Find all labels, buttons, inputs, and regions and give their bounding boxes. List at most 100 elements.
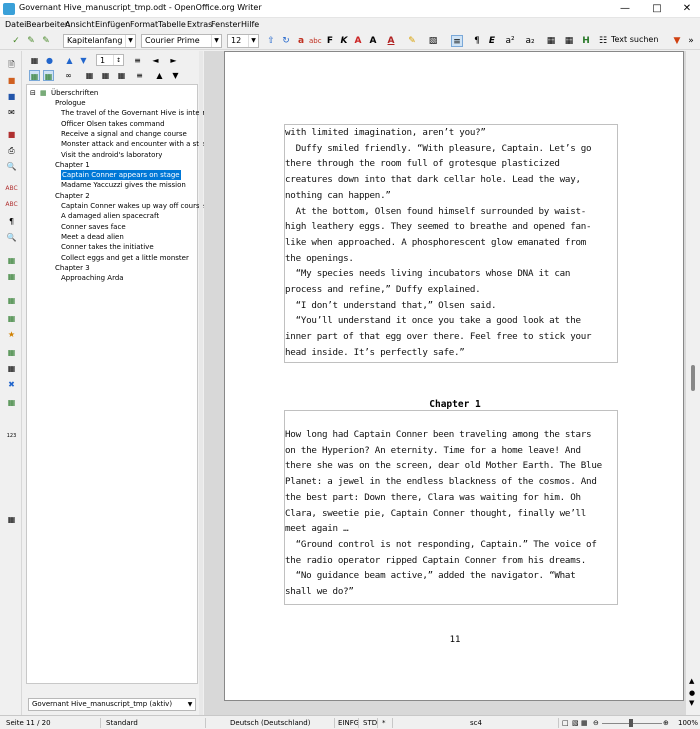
tree-heading-item[interactable]: Collect eggs and get a little monster	[61, 253, 189, 263]
panel-splitter[interactable]	[199, 51, 203, 715]
link-icon[interactable]: ∞	[63, 70, 74, 81]
chapter-up-icon[interactable]: ▲	[154, 70, 165, 81]
zoom-slider-thumb[interactable]	[629, 719, 633, 727]
subscript-icon[interactable]: a₂	[524, 35, 536, 47]
language[interactable]: Deutsch (Deutschland)	[230, 719, 310, 727]
heading-levels-icon[interactable]: ≡	[134, 70, 145, 81]
page-indicator[interactable]: Seite 11 / 20	[6, 719, 51, 727]
page-style[interactable]: Standard	[106, 719, 138, 727]
font-name-select[interactable]: Courier Prime ▼	[141, 34, 222, 48]
tree-heading-item[interactable]: The travel of the Governant Hive is inte…	[61, 108, 217, 118]
italic-icon[interactable]: K	[338, 35, 350, 47]
previous-page-icon[interactable]: ▲	[689, 677, 694, 685]
zoom-out-icon[interactable]: ⊖	[593, 719, 599, 727]
tree-chapter-item[interactable]: Chapter 3	[55, 263, 90, 273]
text-frame-1[interactable]: with limited imagination, aren’t you?” D…	[284, 124, 618, 363]
fontwork-icon[interactable]: ↻	[280, 35, 292, 47]
formatting-marks-icon[interactable]: ¶	[5, 216, 18, 227]
tree-heading-item[interactable]: Monster attack and encounter with a stra…	[61, 139, 219, 149]
arrow-up-icon[interactable]: ⇧	[265, 35, 277, 47]
data-sources-icon[interactable]: ▦	[5, 271, 18, 282]
tree-heading-item[interactable]: Conner saves face	[61, 222, 126, 232]
view-book-icon[interactable]: ▦	[581, 719, 588, 727]
tree-heading-item[interactable]: Officer Olsen takes command	[61, 119, 165, 129]
paragraph-icon[interactable]: ¶	[471, 35, 483, 47]
email-icon[interactable]: ✉	[5, 107, 18, 118]
tree-heading-item[interactable]: Captain Conner appears on stage	[61, 170, 181, 181]
autospell-icon[interactable]: abc	[309, 35, 322, 47]
menu-fenster[interactable]: Fenster	[211, 20, 241, 29]
menu-format[interactable]: Format	[130, 20, 158, 29]
spellcheck-icon[interactable]: a	[295, 35, 307, 47]
view-multi-icon[interactable]: ▧	[572, 719, 579, 727]
table-icon[interactable]: ▦	[545, 35, 557, 47]
menu-extras[interactable]: Extras	[187, 20, 212, 29]
tree-heading-item[interactable]: Approaching Arda	[61, 273, 124, 283]
menu-tabelle[interactable]: Tabelle	[158, 20, 186, 29]
minimize-button[interactable]: —	[610, 0, 640, 18]
highlight-icon[interactable]: ✎	[406, 35, 418, 47]
save-icon[interactable]: ■	[5, 91, 18, 102]
menu-hilfe[interactable]: Hilfe	[241, 20, 259, 29]
tree-chapter-item[interactable]: Prologue	[55, 98, 86, 108]
insert-mode[interactable]: EINFG	[338, 719, 359, 727]
next-icon[interactable]: ▼	[78, 55, 89, 66]
update-style-icon[interactable]: ✎	[40, 35, 52, 47]
find-text-field[interactable]: Text suchen	[608, 34, 666, 48]
autospell-check-icon[interactable]: ABC	[5, 199, 18, 210]
tree-collapse-icon[interactable]: ⊟	[30, 88, 36, 98]
tree-heading-item[interactable]: Captain Conner wakes up way off course	[61, 201, 204, 211]
hyperlink-icon[interactable]: ✖	[5, 379, 18, 390]
document-select[interactable]: Governant Hive_manuscript_tmp (aktiv) ▼	[28, 698, 196, 711]
tree-heading-item[interactable]: Conner takes the initiative	[61, 242, 154, 252]
style-apply-icon[interactable]: ✓	[10, 35, 22, 47]
toolbar-overflow-icon[interactable]: »	[685, 35, 697, 47]
styles-formatting-icon[interactable]: ▦	[5, 313, 18, 324]
align-left-icon[interactable]: ≡	[451, 35, 463, 47]
footer-icon[interactable]: ▦	[100, 70, 111, 81]
drag-mode-icon[interactable]: ≡	[132, 55, 143, 66]
tree-heading-item[interactable]: Meet a dead alien	[61, 232, 124, 242]
font-size-select[interactable]: 12 ▼	[227, 34, 259, 48]
tree-root-label[interactable]: Überschriften	[51, 88, 98, 98]
previous-icon[interactable]: ▲	[64, 55, 75, 66]
view-single-icon[interactable]: □	[562, 719, 569, 727]
next-page-icon[interactable]: ▼	[689, 699, 694, 707]
promote-level-icon[interactable]: ◄	[150, 55, 161, 66]
menu-einfuegen[interactable]: Einfügen	[95, 20, 130, 29]
line-numbering-icon[interactable]: 123	[5, 431, 18, 442]
tree-heading-item[interactable]: Receive a signal and change course	[61, 129, 187, 139]
page-preview-icon[interactable]: 🔍	[5, 161, 18, 172]
page-spinner[interactable]: 1 ↕	[96, 54, 124, 66]
tree-chapter-item[interactable]: Chapter 1	[55, 160, 90, 170]
emphasis-icon[interactable]: E	[486, 35, 498, 47]
zoom-level[interactable]: 100%	[678, 719, 698, 727]
menu-bearbeiten[interactable]: Bearbeiten	[26, 20, 70, 29]
menu-datei[interactable]: Datei	[5, 20, 26, 29]
chart-icon[interactable]: ▦	[5, 347, 18, 358]
headings-icon[interactable]: H	[580, 35, 592, 47]
anchor-icon[interactable]: ▦	[116, 70, 127, 81]
styles-icon[interactable]: ✎	[25, 35, 37, 47]
chapter-down-icon[interactable]: ▼	[170, 70, 181, 81]
pin-icon[interactable]: ★	[5, 329, 18, 340]
attention-icon[interactable]: A	[352, 35, 364, 47]
navigator-tree[interactable]: ⊟ ▦ Überschriften Prologue The travel of …	[26, 84, 219, 684]
toggle-list-icon[interactable]: ▦	[29, 55, 40, 66]
header-icon[interactable]: ▦	[84, 70, 95, 81]
background-color-icon[interactable]: ▧	[427, 35, 439, 47]
navigation-icon[interactable]: ●	[44, 55, 55, 66]
chapter-heading[interactable]: Chapter 1	[225, 399, 685, 410]
shadow-text-icon[interactable]: A	[367, 35, 379, 47]
gallery-icon[interactable]: ▦	[5, 255, 18, 266]
close-button[interactable]: ✕	[672, 0, 700, 18]
text-frame-2[interactable]: How long had Captain Conner been traveli…	[284, 410, 618, 605]
draw-functions-icon[interactable]: ▦	[5, 397, 18, 408]
navigator-icon[interactable]: ▦	[5, 295, 18, 306]
navigation-toggle-icon[interactable]: ●	[689, 689, 695, 697]
new-document-icon[interactable]: 🗎	[5, 59, 18, 70]
document-icon[interactable]: ▦	[5, 363, 18, 374]
tree-heading-item[interactable]: Madame Yaccuzzi gives the mission	[61, 180, 186, 190]
export-pdf-icon[interactable]: ■	[5, 129, 18, 140]
tree-heading-item[interactable]: Visit the android's laboratory	[61, 150, 162, 160]
